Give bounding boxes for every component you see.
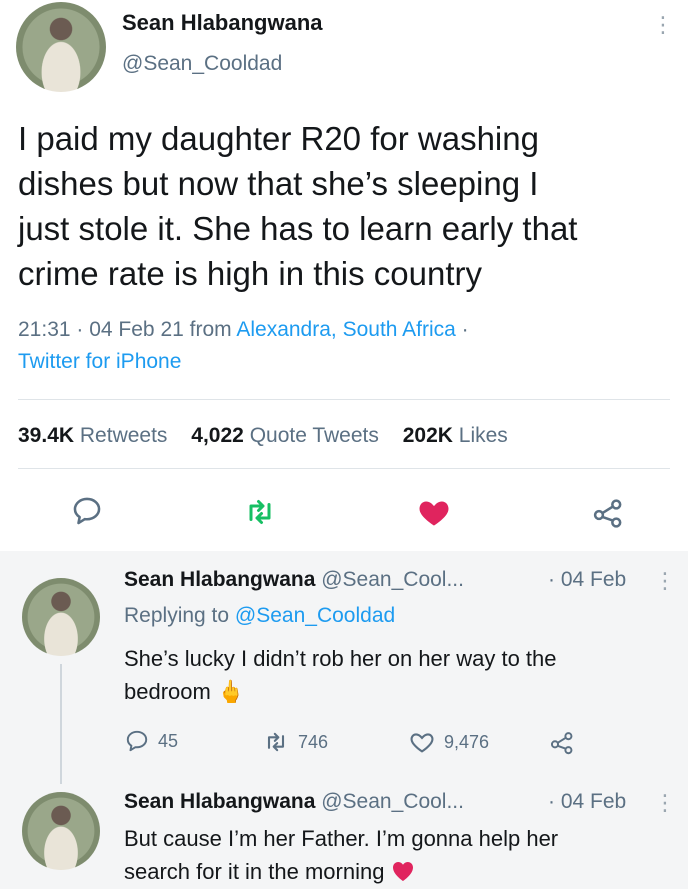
red-heart-emoji (391, 859, 415, 884)
tweet-stats: 39.4K Retweets 4,022 Quote Tweets 202K L… (18, 424, 526, 448)
tweet-text: I paid my daughter R20 for washing dishe… (18, 116, 678, 296)
replying-to-label: Replying to (124, 604, 230, 627)
reply-like-button[interactable]: 9,476 (408, 728, 489, 756)
retweets-stat[interactable]: 39.4K Retweets (18, 424, 167, 447)
replying-to-handle[interactable]: @Sean_Cooldad (235, 604, 395, 627)
author-name[interactable]: Sean Hlabangwana (122, 10, 323, 36)
reply-text-line: But cause I’m her Father. I’m gonna help… (124, 826, 559, 851)
main-tweet: Sean Hlabangwana @Sean_Cooldad ⋮ I paid … (0, 0, 688, 551)
tweet-text-line: I paid my daughter R20 for washing (18, 120, 539, 157)
reply-comment-button[interactable]: 45 (124, 728, 178, 754)
thread-line (60, 664, 62, 784)
like-count: 9,476 (444, 731, 490, 752)
tweet-text-line: crime rate is high in this country (18, 255, 483, 292)
tweet-source[interactable]: Twitter for iPhone (18, 350, 181, 373)
tweet-meta: 21:31 · 04 Feb 21 from Alexandra, South … (18, 314, 668, 378)
retweet-icon (267, 732, 285, 752)
reply-author-handle[interactable]: @Sean_Cool... (321, 568, 464, 591)
meta-separator: · (461, 318, 469, 341)
share-icon[interactable] (590, 494, 626, 530)
reply-text-line: She’s lucky I didn’t rob her on her way … (124, 646, 557, 671)
tweet-date[interactable]: 04 Feb 21 (89, 318, 184, 341)
likes-stat[interactable]: 202K Likes (403, 424, 508, 447)
divider (18, 399, 670, 400)
reply-header: Sean Hlabangwana @Sean_Cool... (124, 790, 464, 814)
retweet-icon[interactable] (242, 494, 278, 530)
reply-author-name[interactable]: Sean Hlabangwana (124, 790, 315, 813)
middle-finger-emoji: 🖕 (216, 679, 245, 704)
author-avatar[interactable] (16, 2, 106, 92)
meta-separator: · (76, 318, 90, 341)
retweet-count: 746 (298, 731, 329, 752)
tweet-time[interactable]: 21:31 (18, 318, 71, 341)
reply-text: But cause I’m her Father. I’m gonna help… (124, 822, 644, 888)
replying-to: Replying to @Sean_Cooldad (124, 604, 395, 628)
divider (18, 468, 670, 469)
heart-filled-icon[interactable] (416, 494, 452, 530)
reply-author-name[interactable]: Sean Hlabangwana (124, 568, 315, 591)
tweet-text-line: just stole it. She has to learn early th… (18, 210, 578, 247)
reply-avatar[interactable] (22, 578, 100, 656)
comment-icon (126, 730, 148, 752)
tweet-text-line: dishes but now that she’s sleeping I (18, 165, 539, 202)
reply-date[interactable]: · 04 Feb (548, 790, 626, 814)
reply-text-line: search for it in the morning (124, 855, 644, 888)
reply-avatar[interactable] (22, 792, 100, 870)
reply-text: She’s lucky I didn’t rob her on her way … (124, 642, 644, 708)
more-options-icon[interactable]: ⋮ (654, 570, 676, 592)
comment-icon[interactable] (70, 494, 104, 528)
more-options-icon[interactable]: ⋮ (654, 792, 676, 814)
reply-header: Sean Hlabangwana @Sean_Cool... (124, 568, 464, 592)
tweet-location[interactable]: Alexandra, South Africa (236, 318, 455, 341)
reply-share-button[interactable] (548, 728, 576, 756)
reply-text-line: bedroom 🖕 (124, 679, 245, 704)
quote-tweets-stat[interactable]: 4,022 Quote Tweets (191, 424, 379, 447)
meta-from: from (189, 318, 232, 341)
reply-date[interactable]: · 04 Feb (548, 568, 626, 592)
heart-outline-icon (410, 733, 434, 753)
author-handle[interactable]: @Sean_Cooldad (122, 52, 282, 76)
more-options-icon[interactable]: ⋮ (652, 14, 674, 36)
reply-count: 45 (158, 730, 179, 751)
reply-author-handle[interactable]: @Sean_Cool... (321, 790, 464, 813)
reply-retweet-button[interactable]: 746 (262, 728, 328, 756)
share-icon (550, 732, 573, 755)
